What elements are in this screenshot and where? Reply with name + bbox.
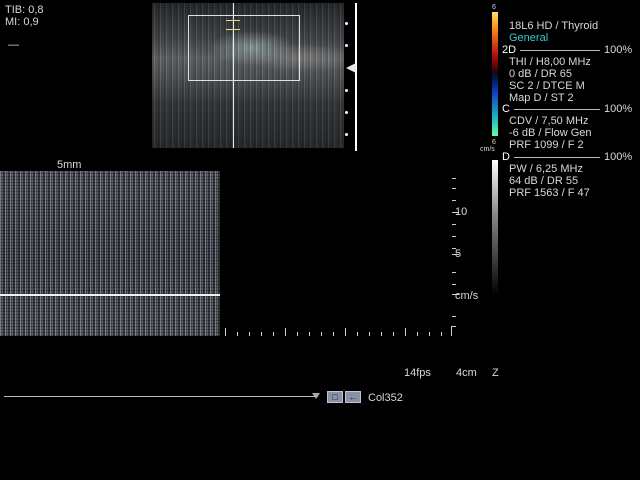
depth-dot (345, 111, 348, 114)
time-tick (249, 332, 250, 336)
time-tick (261, 332, 262, 336)
sample-volume-gate[interactable] (226, 20, 240, 30)
velocity-tick (452, 236, 456, 237)
prf-c-label: PRF 1099 / F 2 (509, 139, 584, 151)
pw-label: PW / 6,25 MHz (509, 163, 583, 175)
mode-d-label: D (502, 151, 510, 163)
time-tick (417, 332, 418, 336)
doppler-gray-bar (492, 160, 498, 296)
depth-readout: 4cm (456, 367, 477, 379)
gain-2d-value: 100% (604, 44, 633, 56)
focus-marker-icon[interactable] (346, 63, 356, 73)
colorbar-unit: cm/s (480, 146, 495, 153)
dr-label: 0 dB / DR 65 (509, 68, 572, 80)
velocity-tick (452, 224, 456, 225)
velocity-tick (452, 188, 456, 189)
mode-c-label: C (502, 103, 510, 115)
velocity-tick (452, 178, 456, 179)
depth-dot (345, 89, 348, 92)
velocity-tick (452, 284, 456, 285)
time-tick (381, 332, 382, 336)
depth-dot (345, 22, 348, 25)
velocity-unit: cm/s (455, 290, 479, 302)
cine-frame-button[interactable]: □ (327, 391, 343, 403)
depth-dot (345, 44, 348, 47)
velocity-tick (452, 200, 456, 201)
time-tick (321, 332, 322, 336)
cine-position-marker-icon[interactable] (312, 393, 320, 399)
time-tick (357, 332, 358, 336)
gain-d-divider (514, 157, 600, 158)
tib-readout: TIB: 0,8 (5, 4, 44, 16)
time-axis (225, 326, 453, 336)
color-velocity-bar (492, 12, 498, 136)
time-tick (237, 332, 238, 336)
gain-d-value: 100% (604, 151, 633, 163)
time-tick (297, 332, 298, 336)
velocity-tick (452, 316, 456, 317)
prf-d-label: PRF 1563 / F 47 (509, 187, 590, 199)
zoom-indicator: Z (492, 367, 499, 379)
depth-scale-line (355, 3, 357, 151)
pw-dr-label: 64 dB / DR 55 (509, 175, 579, 187)
cine-progress-bar[interactable] (4, 396, 318, 397)
time-tick (285, 328, 286, 336)
dash-marker: — (8, 39, 19, 51)
mode-2d-label: 2D (502, 44, 517, 56)
doppler-baseline[interactable] (0, 294, 220, 296)
sc-label: SC 2 / DTCE M (509, 80, 585, 92)
preset-label[interactable]: General (509, 32, 548, 44)
gain-2d-divider (520, 50, 600, 51)
clip-label: Col352 (368, 392, 403, 404)
time-tick (225, 328, 226, 336)
bmode-image[interactable] (152, 3, 344, 148)
time-tick (369, 332, 370, 336)
spectral-doppler-trace[interactable] (0, 171, 220, 336)
flow-label: -6 dB / Flow Gen (509, 127, 592, 139)
map-label: Map D / ST 2 (509, 92, 574, 104)
time-tick (393, 332, 394, 336)
time-tick (441, 332, 442, 336)
time-tick (405, 328, 406, 336)
mi-readout: MI: 0,9 (5, 16, 39, 28)
cdv-label: CDV / 7,50 MHz (509, 115, 589, 127)
cine-back-arrow-icon[interactable]: ← (345, 391, 361, 403)
velocity-tick (452, 326, 456, 327)
gain-c-value: 100% (604, 103, 633, 115)
scale-label: 5mm (57, 159, 82, 171)
thi-label: THI / H8,00 MHz (509, 56, 591, 68)
depth-dot (345, 133, 348, 136)
time-tick (273, 332, 274, 336)
time-tick (345, 328, 346, 336)
probe-label: 18L6 HD / Thyroid (509, 20, 599, 32)
time-tick (333, 332, 334, 336)
velocity-tick (452, 272, 456, 273)
gain-c-divider (514, 109, 600, 110)
time-tick (429, 332, 430, 336)
color-roi-box[interactable] (188, 15, 300, 81)
velocity-label-5: 5 (455, 248, 462, 260)
velocity-label-10: 10 (455, 206, 468, 218)
frame-rate: 14fps (404, 367, 431, 379)
time-tick (309, 332, 310, 336)
